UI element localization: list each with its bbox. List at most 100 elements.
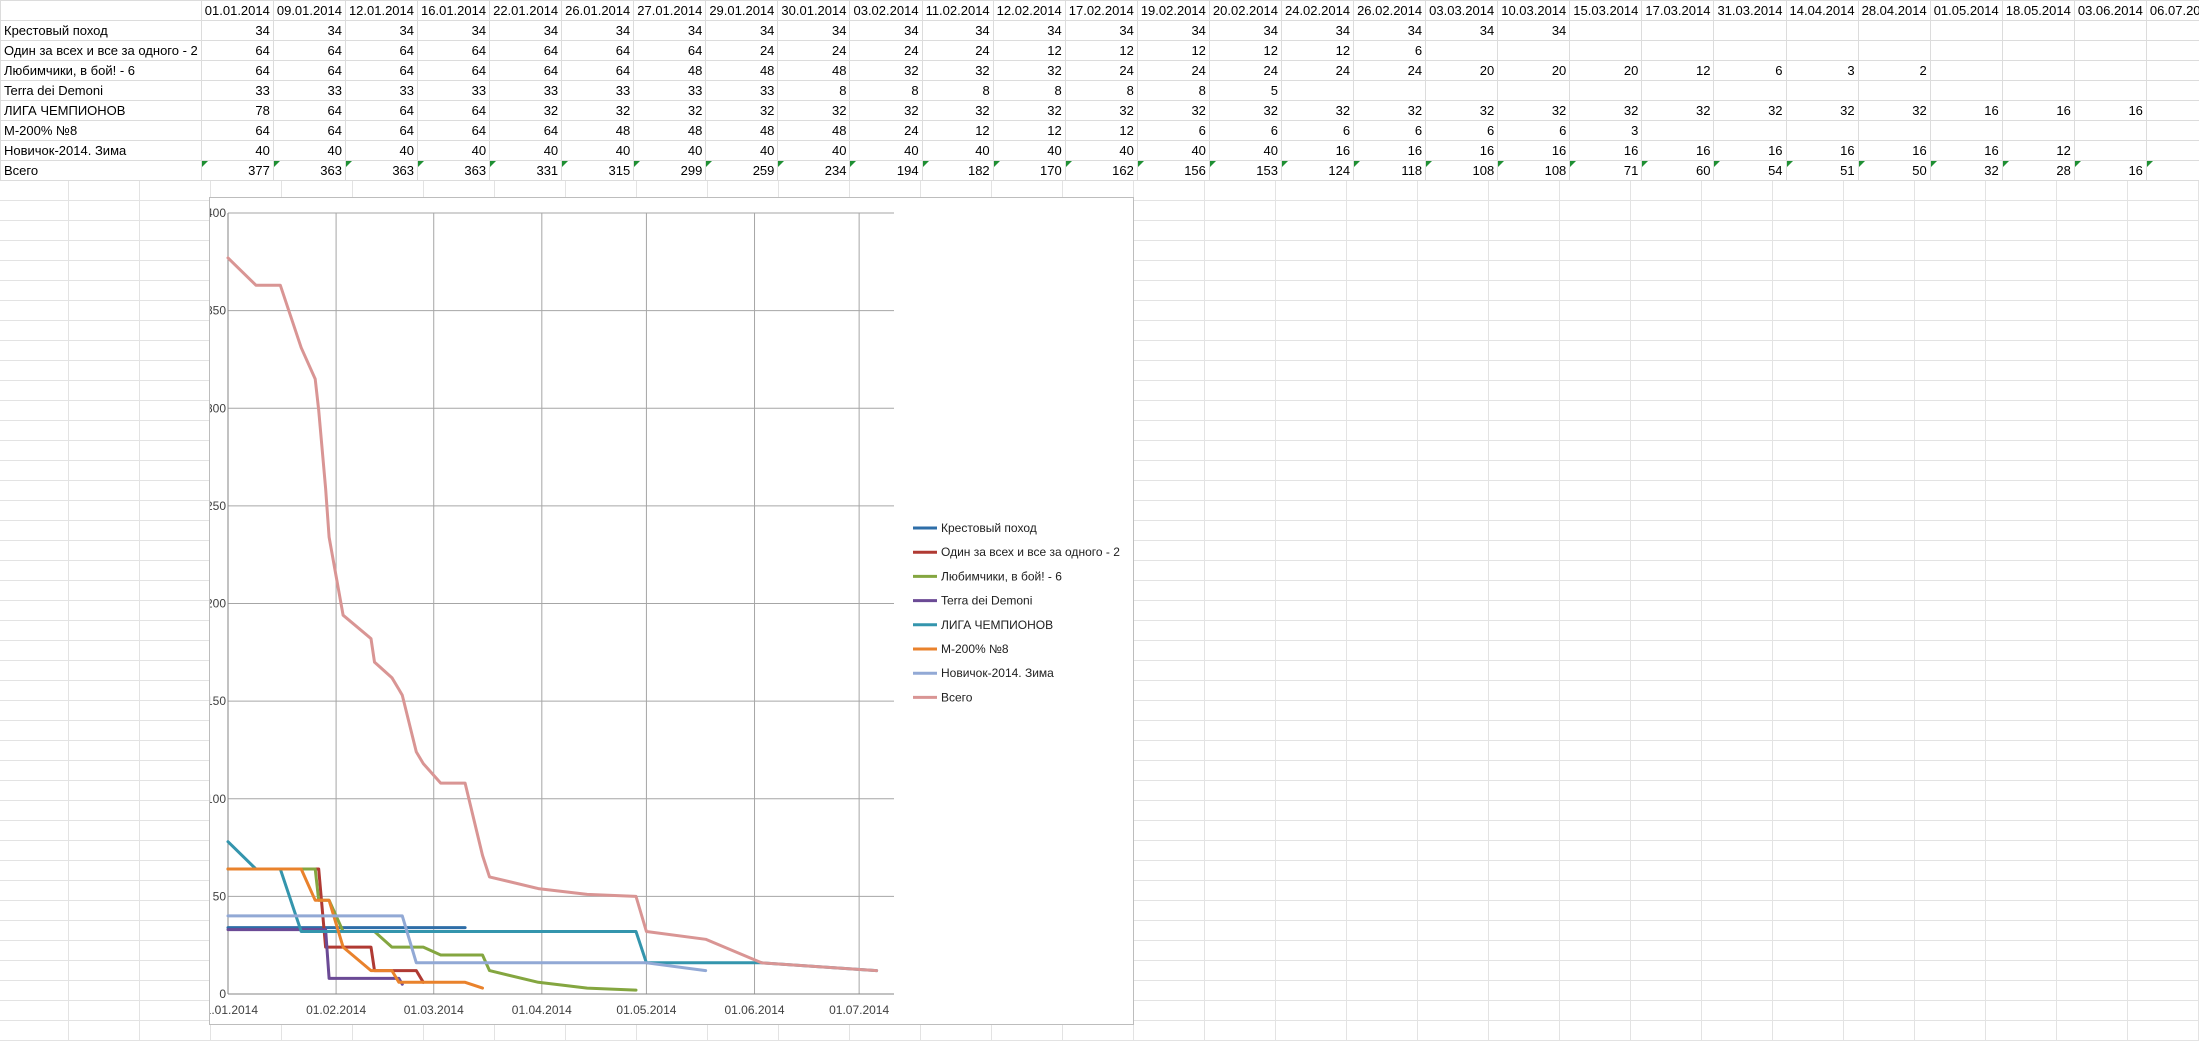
value-cell[interactable]: 32 xyxy=(1785,100,1859,121)
value-cell[interactable] xyxy=(1713,20,1787,41)
value-cell[interactable]: 32 xyxy=(992,100,1066,121)
row-name-cell[interactable]: Любимчики, в бой! - 6 xyxy=(0,60,202,81)
date-header[interactable]: 11.02.2014 xyxy=(921,0,994,21)
value-cell[interactable] xyxy=(1713,40,1787,61)
value-cell[interactable] xyxy=(1641,120,1715,141)
value-cell[interactable]: 194 xyxy=(849,160,923,181)
value-cell[interactable] xyxy=(2073,120,2147,141)
row-name-cell[interactable]: Крестовый поход xyxy=(0,20,202,41)
value-cell[interactable]: 124 xyxy=(1280,160,1355,181)
value-cell[interactable]: 108 xyxy=(1425,160,1499,181)
value-cell[interactable]: 64 xyxy=(200,120,274,141)
value-cell[interactable]: 34 xyxy=(921,20,994,41)
value-cell[interactable]: 24 xyxy=(1353,60,1427,81)
value-cell[interactable]: 32 xyxy=(849,60,923,81)
value-cell[interactable]: 64 xyxy=(344,40,419,61)
value-cell[interactable] xyxy=(1857,80,1931,101)
value-cell[interactable]: 12 xyxy=(1064,120,1138,141)
value-cell[interactable]: 34 xyxy=(1353,20,1427,41)
value-cell[interactable] xyxy=(1425,80,1499,101)
value-cell[interactable]: 34 xyxy=(849,20,923,41)
value-cell[interactable]: 32 xyxy=(1208,100,1282,121)
value-cell[interactable]: 40 xyxy=(633,140,707,161)
value-cell[interactable]: 6 xyxy=(1136,120,1210,141)
value-cell[interactable] xyxy=(2073,140,2147,161)
value-cell[interactable]: 16 xyxy=(1641,140,1715,161)
value-cell[interactable]: 299 xyxy=(633,160,707,181)
date-header[interactable]: 31.03.2014 xyxy=(1713,0,1787,21)
value-cell[interactable]: 64 xyxy=(272,120,346,141)
value-cell[interactable]: 3 xyxy=(1569,120,1643,141)
date-header[interactable]: 19.02.2014 xyxy=(1136,0,1210,21)
value-cell[interactable] xyxy=(1641,20,1715,41)
value-cell[interactable]: 78 xyxy=(200,100,274,121)
value-cell[interactable]: 12 xyxy=(1280,40,1355,61)
value-cell[interactable]: 16 xyxy=(1857,140,1931,161)
date-header[interactable]: 16.01.2014 xyxy=(417,0,491,21)
value-cell[interactable]: 40 xyxy=(992,140,1066,161)
value-cell[interactable]: 40 xyxy=(705,140,779,161)
value-cell[interactable]: 24 xyxy=(921,40,994,61)
value-cell[interactable]: 40 xyxy=(1064,140,1138,161)
value-cell[interactable] xyxy=(1857,40,1931,61)
value-cell[interactable]: 12 xyxy=(921,120,994,141)
row-name-cell[interactable]: Новичок-2014. Зима xyxy=(0,140,202,161)
date-header[interactable]: 01.05.2014 xyxy=(1929,0,2003,21)
value-cell[interactable]: 33 xyxy=(272,80,346,101)
date-header[interactable]: 10.03.2014 xyxy=(1497,0,1571,21)
corner-cell[interactable] xyxy=(0,0,202,21)
value-cell[interactable]: 16 xyxy=(1929,140,2003,161)
value-cell[interactable]: 8 xyxy=(1136,80,1210,101)
value-cell[interactable]: 24 xyxy=(705,40,779,61)
value-cell[interactable]: 12 xyxy=(992,40,1066,61)
value-cell[interactable] xyxy=(2073,80,2147,101)
value-cell[interactable] xyxy=(1929,120,2003,141)
value-cell[interactable] xyxy=(2145,40,2199,61)
value-cell[interactable] xyxy=(1425,40,1499,61)
value-cell[interactable] xyxy=(1929,80,2003,101)
value-cell[interactable]: 32 xyxy=(921,100,994,121)
value-cell[interactable]: 3 xyxy=(1785,60,1859,81)
value-cell[interactable]: 6 xyxy=(1208,120,1282,141)
value-cell[interactable] xyxy=(2001,80,2075,101)
value-cell[interactable]: 12 xyxy=(1208,40,1282,61)
value-cell[interactable]: 33 xyxy=(633,80,707,101)
value-cell[interactable]: 32 xyxy=(1929,160,2003,181)
value-cell[interactable]: 234 xyxy=(777,160,851,181)
value-cell[interactable]: 32 xyxy=(921,60,994,81)
value-cell[interactable]: 34 xyxy=(1064,20,1138,41)
value-cell[interactable]: 24 xyxy=(1208,60,1282,81)
value-cell[interactable]: 8 xyxy=(992,80,1066,101)
date-header[interactable]: 03.02.2014 xyxy=(849,0,923,21)
value-cell[interactable] xyxy=(2145,20,2199,41)
value-cell[interactable]: 40 xyxy=(561,140,635,161)
value-cell[interactable]: 48 xyxy=(777,60,851,81)
value-cell[interactable] xyxy=(2073,60,2147,81)
value-cell[interactable]: 32 xyxy=(1064,100,1138,121)
value-cell[interactable] xyxy=(1569,20,1643,41)
value-cell[interactable]: 16 xyxy=(1713,140,1787,161)
value-cell[interactable]: 33 xyxy=(417,80,491,101)
value-cell[interactable]: 20 xyxy=(1425,60,1499,81)
value-cell[interactable] xyxy=(1857,120,1931,141)
value-cell[interactable] xyxy=(1569,40,1643,61)
value-cell[interactable]: 64 xyxy=(633,40,707,61)
value-cell[interactable] xyxy=(1785,120,1859,141)
value-cell[interactable]: 32 xyxy=(1353,100,1427,121)
value-cell[interactable]: 40 xyxy=(489,140,563,161)
value-cell[interactable]: 48 xyxy=(633,60,707,81)
value-cell[interactable]: 48 xyxy=(777,120,851,141)
value-cell[interactable] xyxy=(2001,40,2075,61)
date-header[interactable]: 18.05.2014 xyxy=(2001,0,2075,21)
value-cell[interactable]: 34 xyxy=(200,20,274,41)
value-cell[interactable]: 24 xyxy=(1136,60,1210,81)
value-cell[interactable] xyxy=(1785,80,1859,101)
value-cell[interactable]: 315 xyxy=(561,160,635,181)
value-cell[interactable]: 20 xyxy=(1497,60,1571,81)
value-cell[interactable]: 54 xyxy=(1713,160,1787,181)
value-cell[interactable]: 33 xyxy=(561,80,635,101)
value-cell[interactable]: 16 xyxy=(1785,140,1859,161)
value-cell[interactable]: 16 xyxy=(2073,160,2147,181)
value-cell[interactable] xyxy=(1497,40,1571,61)
value-cell[interactable]: 16 xyxy=(1280,140,1355,161)
